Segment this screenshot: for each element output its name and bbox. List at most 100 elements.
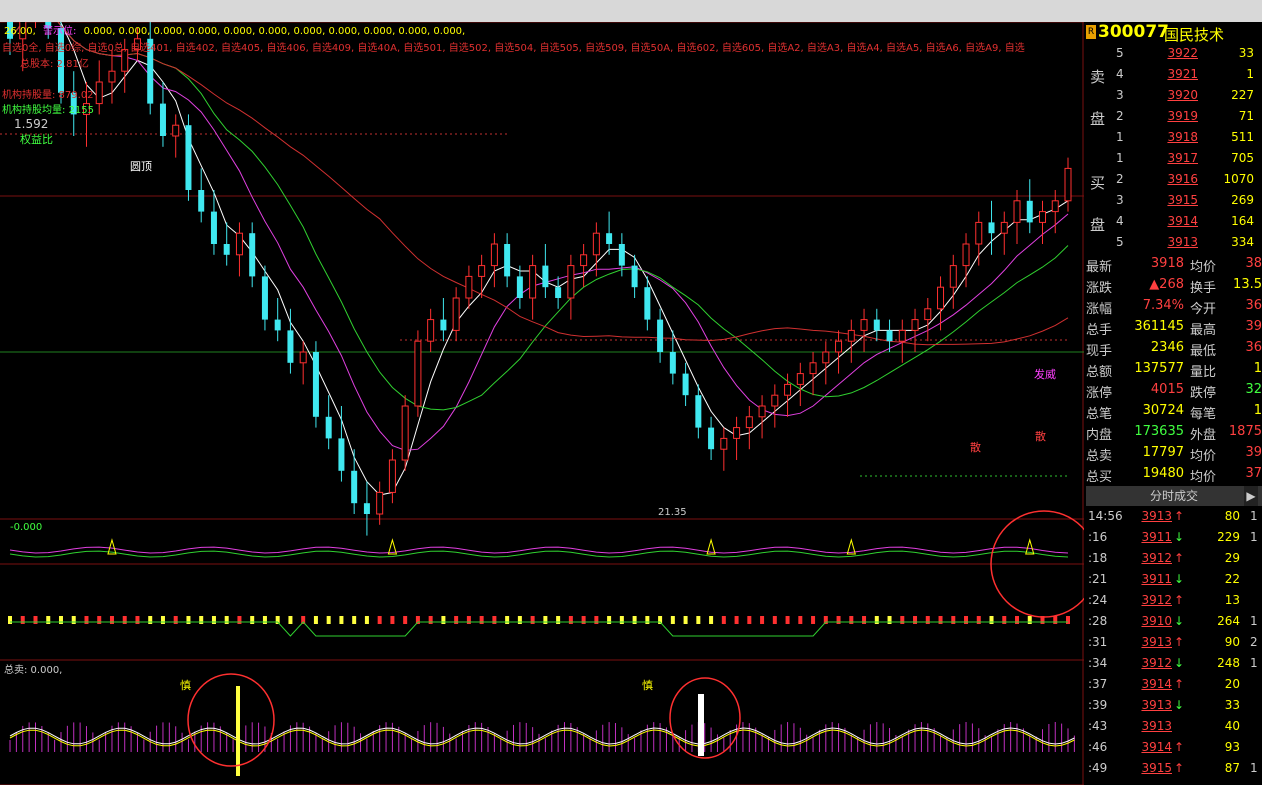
sub2-bar xyxy=(58,616,63,624)
ob-price: 3914 xyxy=(1167,214,1198,228)
candle-body xyxy=(988,222,995,234)
tick-direction-icon: ↓ xyxy=(1174,656,1185,670)
quote-label-2: 量比 xyxy=(1190,365,1217,380)
moving-average-lines xyxy=(9,22,1069,496)
tick-price: 3911 xyxy=(1141,572,1172,586)
kline-chart[interactable] xyxy=(0,22,1084,785)
tick-row[interactable]: 14:56 3913 ↑ 80 1 xyxy=(1086,509,1262,530)
order-book-sell-row[interactable]: 2 3919 71 xyxy=(1086,109,1262,130)
order-book-buy-row[interactable]: 3 3915 269 xyxy=(1086,193,1262,214)
quote-row: 涨幅 7.34% 今开 36 xyxy=(1086,298,1262,319)
sub2-bar xyxy=(237,616,242,624)
quote-value-2: 1 xyxy=(1253,361,1262,376)
tab-arrow-icon[interactable]: ▶ xyxy=(1244,486,1258,506)
tick-row[interactable]: :49 3915 ↑ 87 1 xyxy=(1086,761,1262,782)
quote-row: 总手 361145 最高 39 xyxy=(1086,319,1262,340)
candle-body xyxy=(338,438,345,471)
quote-row: 内盘 173635 外盘 1875 xyxy=(1086,424,1262,445)
total-shares: 总股本: 2.81亿 xyxy=(20,59,89,70)
ob-volume: 33 xyxy=(1238,46,1254,60)
sub2-bar xyxy=(849,616,854,624)
sub2-bar xyxy=(607,616,612,624)
quote-label: 总卖 xyxy=(1086,449,1113,464)
sub2-bar xyxy=(211,616,216,624)
ob-level: 1 xyxy=(1116,130,1124,144)
sub2-bar xyxy=(199,616,204,624)
ob-volume: 164 xyxy=(1231,214,1254,228)
candle-body xyxy=(835,340,843,353)
candle-body xyxy=(198,190,205,212)
tick-row[interactable]: :37 3914 ↑ 20 xyxy=(1086,677,1262,698)
candle-body xyxy=(592,232,600,256)
order-book-buy-row[interactable]: 5 3913 334 xyxy=(1086,235,1262,256)
tick-row[interactable]: :28 3910 ↓ 264 1 xyxy=(1086,614,1262,635)
candle-body xyxy=(529,265,537,299)
quote-value-2: 13.5 xyxy=(1233,277,1262,292)
quote-value: 173635 xyxy=(1134,424,1184,439)
sub2-bar xyxy=(760,616,765,624)
quote-value-2: 36 xyxy=(1245,340,1262,355)
order-book-sell-row[interactable]: 4 3921 1 xyxy=(1086,67,1262,88)
sub2-bar xyxy=(862,616,867,624)
tick-volume: 264 xyxy=(1217,614,1240,628)
watchlist-bar[interactable]: 自选0全, 自选0综, 自选0总, 自选401, 自选402, 自选405, 自… xyxy=(2,39,1082,54)
sub2-bar xyxy=(811,616,816,624)
candle-body xyxy=(796,373,804,385)
tick-direction-icon: ↑ xyxy=(1174,509,1185,523)
tick-count: 1 xyxy=(1250,509,1258,523)
candle-body xyxy=(949,265,957,288)
quote-row: 最新 3918 均价 38 xyxy=(1086,256,1262,277)
sub2-bar xyxy=(632,616,637,624)
sub2-bar xyxy=(352,616,357,624)
tick-row[interactable]: :34 3912 ↓ 248 1 xyxy=(1086,656,1262,677)
annotation-circles xyxy=(187,510,1084,767)
order-book-sell-row[interactable]: 5 3922 33 xyxy=(1086,46,1262,67)
candle-body xyxy=(618,244,625,266)
quote-label: 总手 xyxy=(1086,323,1113,338)
tick-row[interactable]: :31 3913 ↑ 90 2 xyxy=(1086,635,1262,656)
order-book-buy-row[interactable]: 2 3916 1070 xyxy=(1086,172,1262,193)
ob-level: 2 xyxy=(1116,109,1124,123)
candle-body xyxy=(427,319,435,342)
tick-row[interactable]: :46 3914 ↑ 93 xyxy=(1086,740,1262,761)
order-book-buy-row[interactable]: 4 3914 164 xyxy=(1086,214,1262,235)
order-book-sell-row[interactable]: 3 3920 227 xyxy=(1086,88,1262,109)
ratio-tag: 权益比 xyxy=(20,133,53,146)
tick-row[interactable]: :21 3911 ↓ 22 xyxy=(1086,572,1262,593)
sub2-bar xyxy=(900,616,905,624)
tick-row[interactable]: :24 3912 ↑ 13 xyxy=(1086,593,1262,614)
tick-row[interactable]: :16 3911 ↓ 229 1 xyxy=(1086,530,1262,551)
sub2-bar xyxy=(109,616,114,624)
order-book-buy-row[interactable]: 1 3917 705 xyxy=(1086,151,1262,172)
sub2-bar xyxy=(339,616,344,624)
candle-body xyxy=(720,437,728,450)
sub2-bar xyxy=(887,616,892,624)
candle-body xyxy=(1039,211,1047,223)
candle-body xyxy=(644,287,651,320)
candle-body xyxy=(745,416,753,429)
sub2-bar xyxy=(964,616,969,624)
candle-body xyxy=(287,330,294,363)
quote-label: 总额 xyxy=(1086,365,1113,380)
candle-body xyxy=(504,244,511,277)
tick-volume: 40 xyxy=(1224,719,1240,733)
sub-indicator-2 xyxy=(8,616,1070,637)
quote-label: 总买 xyxy=(1086,470,1113,485)
stock-code[interactable]: 300077 xyxy=(1098,22,1169,42)
candle-body xyxy=(235,232,243,256)
tick-row[interactable]: :39 3913 ↓ 33 xyxy=(1086,698,1262,719)
ob-volume: 269 xyxy=(1231,193,1254,207)
ma60-line xyxy=(9,22,1069,346)
care-label-2: 慎 xyxy=(642,679,653,692)
tick-row[interactable]: :43 3913 40 xyxy=(1086,719,1262,740)
tick-trades-tab[interactable]: 分时成交 ▶ xyxy=(1086,486,1262,506)
candle-body xyxy=(873,319,880,331)
order-book-sell-row[interactable]: 1 3918 511 xyxy=(1086,130,1262,151)
candle-body xyxy=(261,276,268,320)
candle-body xyxy=(733,427,741,439)
stock-name[interactable]: 国民技术 xyxy=(1164,24,1224,45)
tick-row[interactable]: :18 3912 ↑ 29 xyxy=(1086,551,1262,572)
tick-volume: 248 xyxy=(1217,656,1240,670)
tick-price: 3915 xyxy=(1141,761,1172,775)
sub-indicator-1 xyxy=(9,538,1069,558)
